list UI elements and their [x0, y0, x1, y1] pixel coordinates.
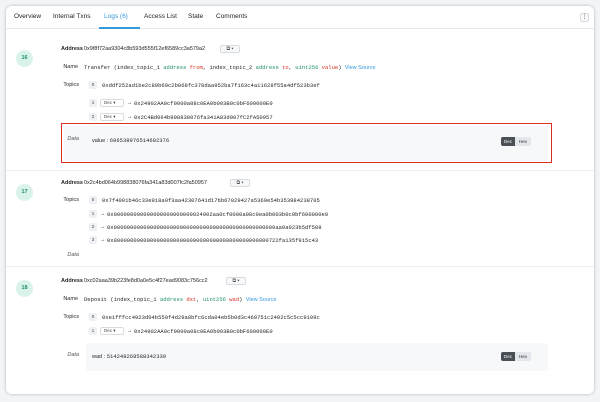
logs-panel: Overview Internal Txns Logs (6) Access L… — [6, 6, 594, 394]
divider — [6, 266, 594, 267]
divider — [6, 170, 594, 171]
topic-value: 0xe1fffcc4923d04b559f4d29a8bfc6cda04eb5b… — [102, 314, 320, 321]
tab-logs[interactable]: Logs (6) — [104, 13, 128, 20]
tab-state[interactable]: State — [188, 13, 203, 20]
topic-index: 1 — [89, 99, 97, 107]
topic-index: 0 — [89, 196, 97, 204]
view-source-link[interactable]: View Source — [345, 65, 376, 71]
log-address-link[interactable]: 0x2c4bd064b998838076fa341a83d007fc2fa509… — [84, 180, 207, 186]
event-signature: Deposit (index_topic_1 address dst, uint… — [84, 296, 277, 303]
arrow-icon: → — [127, 328, 133, 334]
topic-format-select[interactable]: Dec ▾ — [100, 327, 124, 335]
name-label: Name — [63, 64, 78, 70]
topics-label: Topics — [63, 197, 79, 203]
topic-format-select[interactable]: Dec ▾ — [100, 113, 124, 121]
tab-internal-txns[interactable]: Internal Txns — [53, 13, 90, 20]
topic-index: 1 — [89, 327, 97, 335]
topic-index: 1 — [89, 210, 97, 218]
topic-value: 0x7f4091b46c33e918a0f3aa42307641d17bb670… — [102, 197, 320, 204]
topic-index: 2 — [89, 113, 97, 121]
tab-access-list[interactable]: Access List — [144, 13, 177, 20]
topic-index: 0 — [89, 313, 97, 321]
tab-comments[interactable]: Comments — [216, 13, 247, 20]
address-options-button[interactable]: ⧉ ▾ — [220, 45, 240, 53]
event-signature: Transfer (index_topic_1 address from, in… — [84, 64, 376, 71]
topics-label: Topics — [63, 82, 79, 88]
name-label: Name — [63, 296, 78, 302]
view-source-link[interactable]: View Source — [246, 297, 277, 303]
arrow-icon: → — [100, 211, 106, 217]
topic-value: 0x00000000000000000000000000000000000000… — [107, 224, 322, 231]
arrow-icon: → — [100, 224, 106, 230]
arrow-icon: → — [127, 100, 133, 106]
arrow-icon: → — [127, 114, 133, 120]
data-label: Data — [67, 352, 79, 358]
topic-address-link[interactable]: 0x24902AA0cf0000a08c0EA0b003B0c0bF600000… — [134, 100, 273, 107]
address-label: Address — [60, 180, 83, 186]
hex-toggle-button[interactable]: Hex — [515, 352, 531, 361]
topic-address-link[interactable]: 0x2C4Bd064b998838076fa341A83d007fC2fA509… — [134, 114, 273, 121]
topic-value: 0xddf252ad1be2c89b69c2b068fc378daa952ba7… — [102, 82, 320, 89]
tab-overview[interactable]: Overview — [14, 13, 41, 20]
address-options-button[interactable]: ⧉ ▾ — [226, 277, 246, 285]
topic-value: 0x000000000000000000000000024902aa0cf000… — [107, 211, 329, 218]
log-index-badge: 18 — [16, 280, 33, 297]
address-label: Address — [60, 46, 83, 52]
tab-bar: Overview Internal Txns Logs (6) Access L… — [6, 6, 594, 29]
topic-index: 0 — [89, 81, 97, 89]
topic-address-link[interactable]: 0x24902AA0cf0000a08c0EA0b003B0c0bF600000… — [134, 328, 273, 335]
highlight-box — [61, 123, 552, 163]
data-label: Data — [67, 252, 79, 258]
active-tab-indicator — [99, 27, 140, 29]
log-address-link[interactable]: 0xc02aaa39b223fe8d0a0e5c4f27ead9083c756c… — [84, 278, 208, 284]
log-index-badge: 16 — [16, 50, 33, 67]
topics-label: Topics — [63, 314, 79, 320]
topic-index: 2 — [89, 223, 97, 231]
topic-index: 3 — [89, 236, 97, 244]
dec-toggle-button[interactable]: Dec — [501, 352, 515, 361]
topic-format-select[interactable]: Dec ▾ — [100, 99, 124, 107]
data-value: wad : 514248268588342339 — [92, 353, 167, 360]
address-label: Address — [60, 278, 83, 284]
log-index-badge: 17 — [16, 184, 33, 201]
topic-value: 0x80000000000000000000000000000000000000… — [107, 237, 319, 244]
arrow-icon: → — [100, 237, 106, 243]
address-options-button[interactable]: ⧉ ▾ — [230, 179, 250, 187]
log-address-link[interactable]: 0x9f8f72aa9304c8b593d555f12ef6589cc3a579… — [84, 46, 205, 52]
more-options-icon[interactable]: ⋮ — [580, 13, 589, 22]
